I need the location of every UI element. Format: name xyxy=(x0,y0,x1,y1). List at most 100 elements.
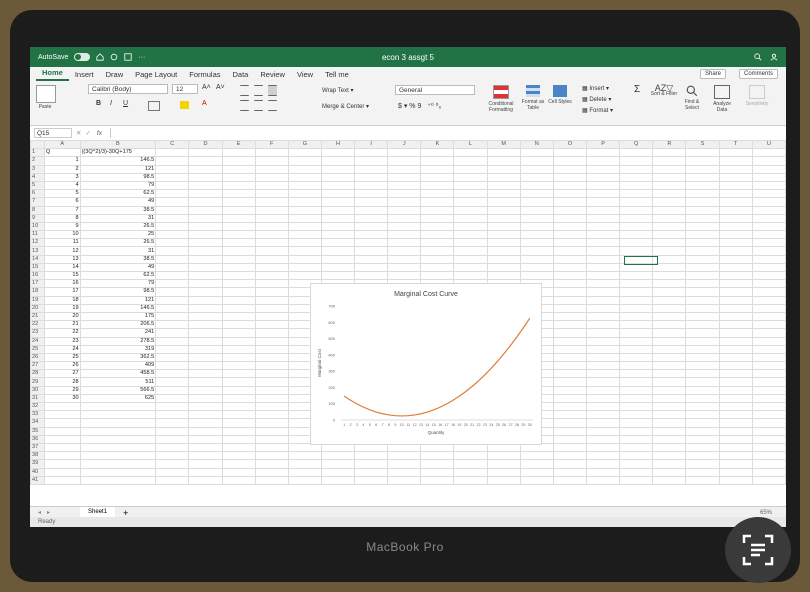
cell-n5[interactable] xyxy=(519,180,554,191)
cell-m1[interactable] xyxy=(486,148,521,158)
cell-b10[interactable]: 26.5 xyxy=(79,221,157,232)
cell-h38[interactable] xyxy=(320,451,356,461)
cell-q39[interactable] xyxy=(619,459,654,469)
cell-e16[interactable] xyxy=(221,270,256,281)
cell-q36[interactable] xyxy=(619,434,654,444)
cell-r2[interactable] xyxy=(652,156,687,166)
cell-b12[interactable]: 26.5 xyxy=(79,238,157,248)
cell-u36[interactable] xyxy=(751,434,786,444)
row-header[interactable]: 14 xyxy=(30,254,45,264)
cell-s12[interactable] xyxy=(685,238,720,248)
cell-b41[interactable] xyxy=(79,475,157,485)
cell-o2[interactable] xyxy=(552,156,588,166)
cell-u17[interactable] xyxy=(751,279,786,289)
cell-c1[interactable] xyxy=(155,148,190,158)
cell-r13[interactable] xyxy=(652,246,687,256)
cell-o20[interactable] xyxy=(552,303,588,313)
scan-text-button[interactable] xyxy=(725,517,791,583)
cell-t32[interactable] xyxy=(718,401,753,412)
cell-m11[interactable] xyxy=(486,230,521,240)
cell-b6[interactable]: 62.5 xyxy=(79,189,157,199)
cell-g8[interactable] xyxy=(287,205,322,215)
cell-p17[interactable] xyxy=(585,279,621,289)
cell-p6[interactable] xyxy=(585,189,621,199)
cell-p16[interactable] xyxy=(585,270,621,281)
cell-d32[interactable] xyxy=(188,401,223,412)
cell-e37[interactable] xyxy=(221,442,256,453)
row-header[interactable]: 13 xyxy=(30,246,45,256)
cell-q35[interactable] xyxy=(619,426,654,436)
row-header[interactable]: 25 xyxy=(30,344,45,354)
cell-e15[interactable] xyxy=(221,262,256,273)
cell-s40[interactable] xyxy=(685,467,720,477)
cell-a3[interactable]: 2 xyxy=(43,164,81,174)
cell-f24[interactable] xyxy=(254,336,289,346)
cell-n1[interactable] xyxy=(519,148,554,158)
cell-j6[interactable] xyxy=(387,189,422,199)
cell-n14[interactable] xyxy=(519,254,554,264)
cell-k10[interactable] xyxy=(420,221,455,232)
share-button[interactable]: Share xyxy=(699,69,726,79)
row-header[interactable]: 6 xyxy=(30,189,45,199)
cell-r35[interactable] xyxy=(652,426,687,436)
cell-e22[interactable] xyxy=(221,320,256,330)
cell-h39[interactable] xyxy=(320,459,356,469)
cell-t10[interactable] xyxy=(718,221,753,232)
cell-e10[interactable] xyxy=(221,221,256,232)
cell-c38[interactable] xyxy=(155,451,190,461)
cell-o3[interactable] xyxy=(552,164,588,174)
cell-p39[interactable] xyxy=(585,459,621,469)
cell-p33[interactable] xyxy=(585,410,621,420)
cell-q7[interactable] xyxy=(619,197,654,207)
cell-a27[interactable]: 26 xyxy=(43,361,81,371)
cell-q5[interactable] xyxy=(619,180,654,191)
grow-font-button[interactable]: A˄ xyxy=(202,84,211,91)
cell-f23[interactable] xyxy=(254,328,289,338)
cell-r10[interactable] xyxy=(652,221,687,232)
cell-r33[interactable] xyxy=(652,410,687,420)
row-header[interactable]: 17 xyxy=(30,279,45,289)
cell-s19[interactable] xyxy=(685,295,720,305)
cell-l39[interactable] xyxy=(453,459,488,469)
selected-cell-q15[interactable] xyxy=(624,256,658,265)
cell-p25[interactable] xyxy=(585,344,621,354)
cell-o17[interactable] xyxy=(552,279,588,289)
column-header-k[interactable]: K xyxy=(420,140,455,150)
cell-k41[interactable] xyxy=(420,475,455,485)
cell-g12[interactable] xyxy=(287,238,322,248)
home-icon[interactable] xyxy=(96,53,104,61)
cell-h6[interactable] xyxy=(320,189,356,199)
cell-a28[interactable]: 27 xyxy=(43,369,81,379)
cell-u35[interactable] xyxy=(751,426,786,436)
cell-d29[interactable] xyxy=(188,377,223,387)
cell-a12[interactable]: 11 xyxy=(43,238,81,248)
cell-h13[interactable] xyxy=(320,246,356,256)
cell-a20[interactable]: 19 xyxy=(43,303,81,313)
cell-g10[interactable] xyxy=(287,221,322,232)
cell-q11[interactable] xyxy=(619,230,654,240)
row-header[interactable]: 8 xyxy=(30,205,45,215)
cell-t34[interactable] xyxy=(718,418,753,428)
cell-a18[interactable]: 17 xyxy=(43,287,81,297)
cell-d19[interactable] xyxy=(188,295,223,305)
column-header-m[interactable]: M xyxy=(486,140,521,150)
cancel-entry-icon[interactable]: ✕ xyxy=(76,129,81,137)
cell-p11[interactable] xyxy=(585,230,621,240)
row-header[interactable]: 36 xyxy=(30,434,45,444)
cell-d6[interactable] xyxy=(188,189,223,199)
cell-d2[interactable] xyxy=(188,156,223,166)
cell-g11[interactable] xyxy=(287,230,322,240)
cell-i13[interactable] xyxy=(354,246,389,256)
cell-i39[interactable] xyxy=(354,459,389,469)
cell-p2[interactable] xyxy=(585,156,621,166)
cell-l16[interactable] xyxy=(453,270,488,281)
delete-cells-button[interactable]: ▦ Delete ▾ xyxy=(582,95,613,106)
cell-r16[interactable] xyxy=(652,270,687,281)
analyze-data-button[interactable]: Analyze Data xyxy=(708,85,736,113)
cell-n6[interactable] xyxy=(519,189,554,199)
cell-h9[interactable] xyxy=(320,213,356,223)
cell-o40[interactable] xyxy=(552,467,588,477)
cell-d11[interactable] xyxy=(188,230,223,240)
cell-s8[interactable] xyxy=(685,205,720,215)
cell-d10[interactable] xyxy=(188,221,223,232)
